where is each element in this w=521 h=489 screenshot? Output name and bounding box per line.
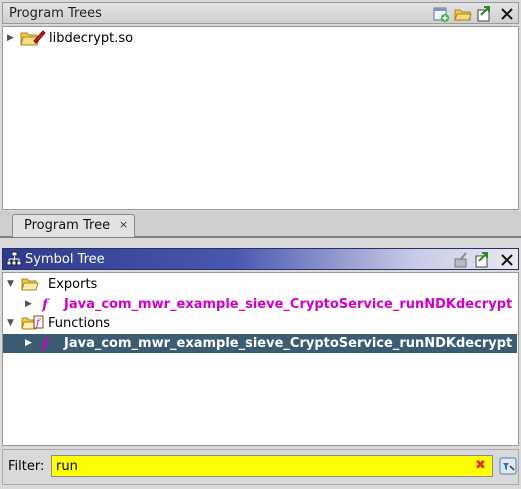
tree-node-functions[interactable]: ▼ f Functions xyxy=(3,314,518,333)
tree-node-label: libdecrypt.so xyxy=(49,31,134,46)
new-view-icon[interactable] xyxy=(432,5,450,23)
tree-node-label: Functions xyxy=(48,316,111,331)
tab-program-tree[interactable]: Program Tree × xyxy=(12,214,135,237)
program-tree-view: ▶ libdecrypt.so xyxy=(2,26,519,210)
svg-text:f: f xyxy=(41,336,51,351)
functions-folder-icon: f xyxy=(21,315,45,335)
program-trees-header: Program Trees xyxy=(2,2,519,24)
program-folder-icon xyxy=(20,29,46,51)
export-icon[interactable] xyxy=(476,5,494,23)
function-name: Java_com_mwr_example_sieve_CryptoService… xyxy=(64,336,513,351)
tree-node-function-selected[interactable]: ▶ f Java_com_mwr_example_sieve_CryptoSer… xyxy=(3,334,517,353)
tab-close-icon[interactable]: × xyxy=(119,218,128,231)
filter-input[interactable] xyxy=(51,455,493,477)
close-icon[interactable] xyxy=(498,5,516,23)
expand-arrow-icon[interactable]: ▶ xyxy=(25,338,35,348)
svg-text:f: f xyxy=(41,297,51,312)
collapse-arrow-icon[interactable]: ▼ xyxy=(7,279,17,289)
folder-icon xyxy=(21,276,39,296)
program-tree-tabstrip: Program Tree × xyxy=(0,211,521,238)
open-folder-icon[interactable] xyxy=(454,5,472,23)
export-icon[interactable] xyxy=(474,251,492,269)
tree-node-exports[interactable]: ▼ Exports xyxy=(3,275,518,294)
collapse-arrow-icon[interactable]: ▼ xyxy=(7,318,17,328)
filter-label: Filter: xyxy=(8,459,45,474)
symbol-tree-view: ▼ Exports ▶ f Java_com_mwr_example_sieve… xyxy=(2,272,519,446)
function-name: Java_com_mwr_example_sieve_CryptoService… xyxy=(64,297,513,312)
symbol-tree-icon xyxy=(6,251,22,271)
expand-arrow-icon[interactable]: ▶ xyxy=(25,299,35,309)
close-icon[interactable] xyxy=(498,251,516,269)
pin-icon[interactable] xyxy=(452,251,470,269)
function-icon: f xyxy=(40,296,52,316)
expand-arrow-icon[interactable]: ▶ xyxy=(7,33,17,43)
filter-options-icon[interactable] xyxy=(499,457,517,475)
tab-label: Program Tree xyxy=(24,218,111,233)
clear-icon[interactable]: ✖ xyxy=(475,458,486,473)
program-trees-panel: Program Trees ▶ libdecrypt.so Program Tr… xyxy=(0,0,521,244)
tree-node-label: Exports xyxy=(48,277,98,292)
function-icon: f xyxy=(40,335,52,355)
program-trees-title: Program Trees xyxy=(9,6,102,21)
symbol-tree-header: Symbol Tree xyxy=(2,248,519,270)
tree-node-function[interactable]: ▶ f Java_com_mwr_example_sieve_CryptoSer… xyxy=(3,295,518,314)
tree-node-libdecrypt[interactable]: ▶ libdecrypt.so xyxy=(3,29,518,48)
symbol-tree-title: Symbol Tree xyxy=(25,252,105,267)
filter-bar: Filter: ✖ xyxy=(2,449,519,485)
